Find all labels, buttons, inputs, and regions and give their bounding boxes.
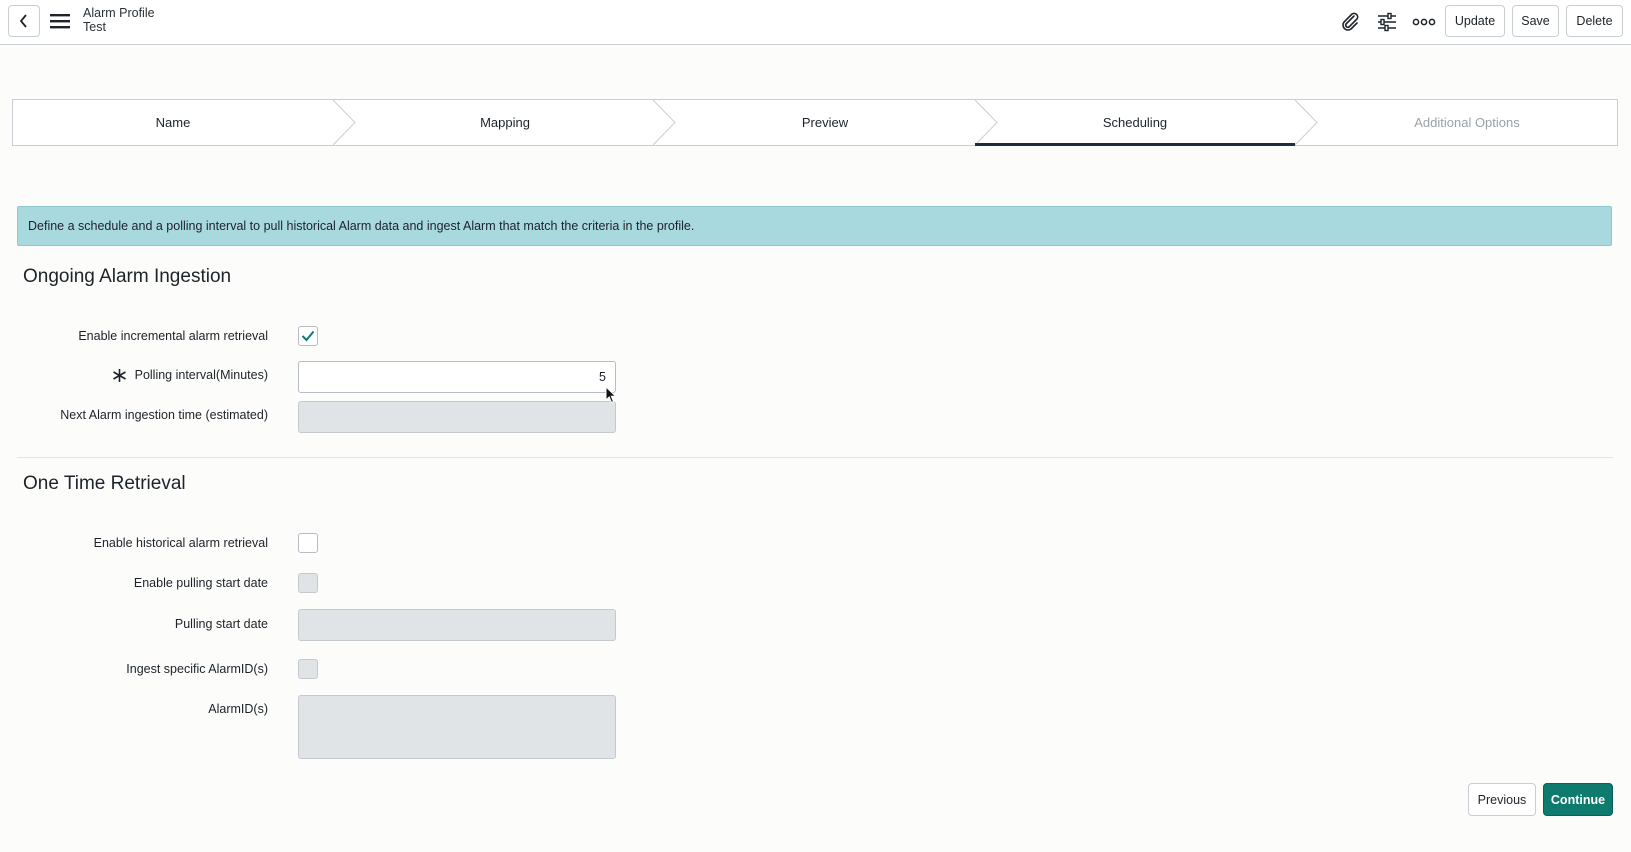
previous-button[interactable]: Previous bbox=[1468, 783, 1536, 816]
info-banner-text: Define a schedule and a polling interval… bbox=[28, 219, 695, 233]
pulling-start-date-label: Pulling start date bbox=[174, 617, 268, 631]
section-divider bbox=[17, 457, 1613, 458]
step-additional-options: Additional Options bbox=[1317, 100, 1617, 145]
save-button[interactable]: Save bbox=[1512, 5, 1559, 37]
step-preview[interactable]: Preview bbox=[675, 100, 975, 145]
checkmark-icon bbox=[301, 330, 315, 342]
record-name: Test bbox=[83, 20, 106, 34]
attachment-button[interactable] bbox=[1337, 9, 1363, 35]
alarm-ids-label: AlarmID(s) bbox=[208, 702, 268, 716]
enable-incremental-checkbox[interactable] bbox=[298, 326, 318, 346]
step-mapping[interactable]: Mapping bbox=[355, 100, 655, 145]
step-separator-icon bbox=[653, 100, 676, 145]
step-name[interactable]: Name bbox=[13, 100, 333, 145]
form-header: Alarm Profile Test Update Save Delete bbox=[0, 0, 1631, 45]
step-label: Name bbox=[155, 115, 191, 130]
polling-interval-field[interactable] bbox=[298, 361, 616, 393]
wizard-stepper: Name Mapping Preview Scheduling Addition… bbox=[12, 99, 1618, 146]
polling-interval-input[interactable] bbox=[299, 362, 615, 392]
enable-historical-label: Enable historical alarm retrieval bbox=[93, 536, 268, 550]
next-ingestion-field bbox=[298, 401, 616, 433]
update-button[interactable]: Update bbox=[1445, 5, 1505, 37]
paperclip-icon bbox=[1342, 12, 1359, 31]
step-label: Preview bbox=[801, 115, 849, 130]
delete-button[interactable]: Delete bbox=[1566, 5, 1623, 37]
step-label: Mapping bbox=[480, 115, 530, 130]
enable-incremental-label: Enable incremental alarm retrieval bbox=[78, 329, 268, 343]
sliders-icon bbox=[1378, 12, 1396, 32]
step-scheduling[interactable]: Scheduling bbox=[975, 100, 1295, 146]
continue-button[interactable]: Continue bbox=[1543, 783, 1613, 816]
next-ingestion-label: Next Alarm ingestion time (estimated) bbox=[60, 408, 268, 422]
pulling-start-date-field bbox=[298, 609, 616, 641]
ingest-specific-label: Ingest specific AlarmID(s) bbox=[126, 662, 268, 676]
mouse-cursor-icon bbox=[605, 386, 617, 404]
alarm-ids-textarea bbox=[298, 695, 616, 759]
section-title-one-time: One Time Retrieval bbox=[23, 473, 186, 494]
more-options-icon bbox=[1412, 18, 1436, 26]
enable-historical-checkbox[interactable] bbox=[298, 533, 318, 553]
step-separator-icon bbox=[1295, 100, 1318, 145]
more-options-button[interactable] bbox=[1411, 9, 1437, 35]
hamburger-menu-icon[interactable] bbox=[50, 12, 72, 30]
enable-start-date-checkbox bbox=[298, 573, 318, 593]
record-title: Alarm Profile Test bbox=[83, 6, 155, 34]
back-button[interactable] bbox=[8, 5, 40, 37]
step-separator-icon bbox=[333, 100, 356, 145]
required-asterisk-icon bbox=[113, 369, 126, 382]
enable-start-date-label: Enable pulling start date bbox=[133, 576, 268, 590]
record-type: Alarm Profile bbox=[83, 6, 155, 20]
step-label: Scheduling bbox=[1102, 115, 1168, 130]
personalize-form-button[interactable] bbox=[1374, 9, 1400, 35]
info-banner: Define a schedule and a polling interval… bbox=[17, 206, 1612, 246]
ingest-specific-checkbox bbox=[298, 659, 318, 679]
step-label: Additional Options bbox=[1414, 115, 1520, 130]
back-icon bbox=[19, 14, 27, 28]
section-title-ongoing: Ongoing Alarm Ingestion bbox=[23, 266, 232, 287]
polling-interval-label: Polling interval(Minutes) bbox=[134, 368, 268, 382]
